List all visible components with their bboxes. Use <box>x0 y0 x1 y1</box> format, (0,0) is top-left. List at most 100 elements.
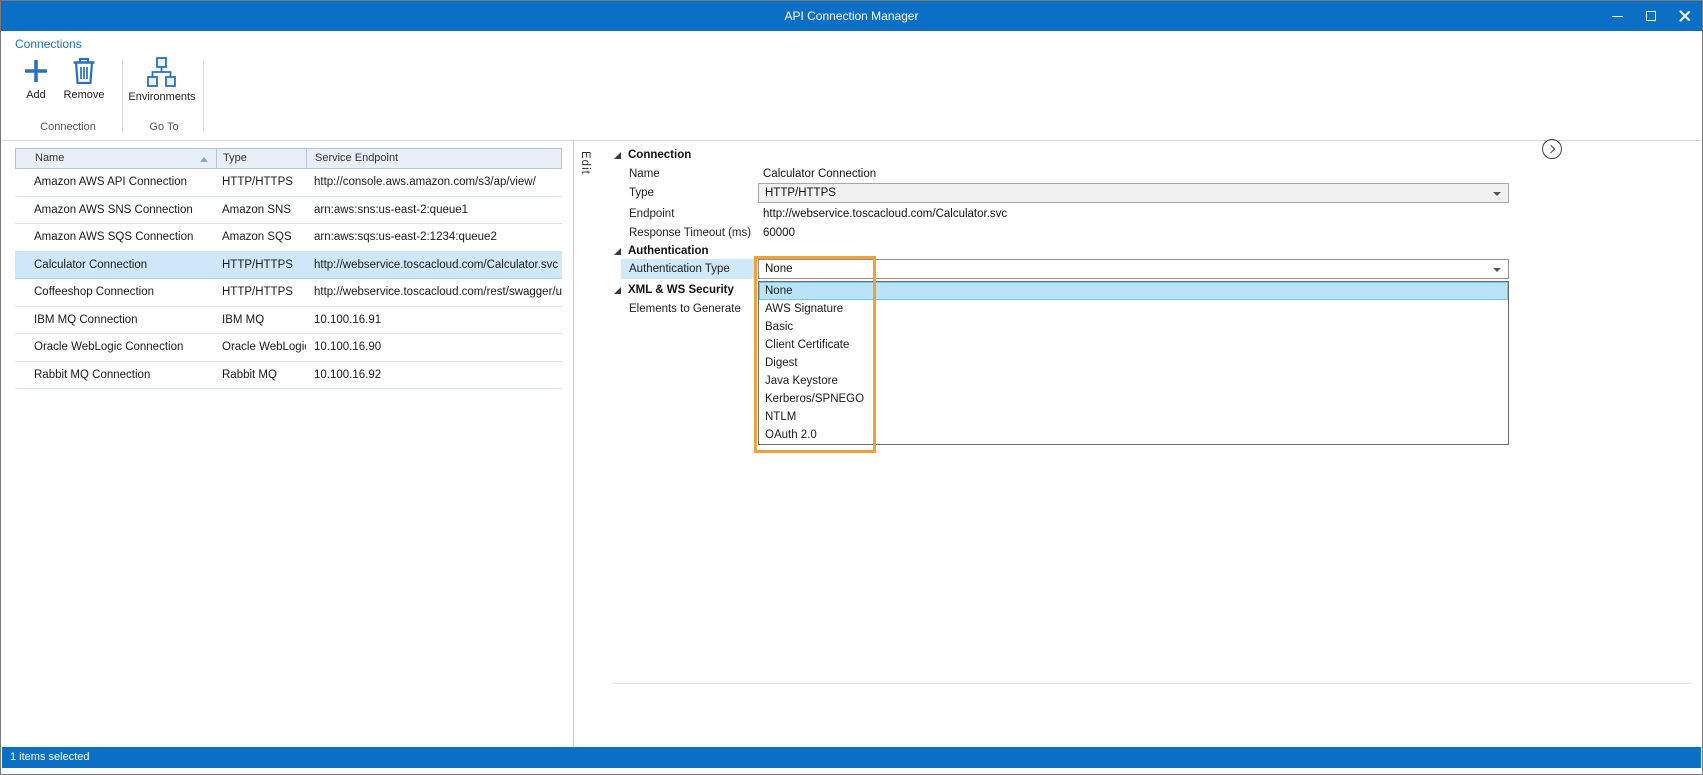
table-row[interactable]: Oracle WebLogic Connection Oracle WebLog… <box>15 334 562 362</box>
property-row-auth-type: Authentication Type None <box>611 259 1509 279</box>
cell-name: Coffeeshop Connection <box>15 279 216 306</box>
dropdown-option-selected[interactable]: None <box>759 282 1508 300</box>
cell-name: Amazon AWS SQS Connection <box>15 224 216 251</box>
column-header-endpoint[interactable]: Service Endpoint <box>307 149 561 168</box>
endpoint-field-value[interactable]: http://webservice.toscacloud.com/Calcula… <box>763 204 1007 224</box>
authentication-type-dropdown-list: None AWS Signature Basic Client Certific… <box>758 281 1509 445</box>
expanded-triangle-icon <box>614 152 621 159</box>
cell-endpoint: 10.100.16.90 <box>306 334 562 361</box>
property-row-endpoint: Endpoint http://webservice.toscacloud.co… <box>611 204 1509 224</box>
dropdown-option[interactable]: Java Keystore <box>759 372 1508 390</box>
cell-type: HTTP/HTTPS <box>216 169 306 196</box>
type-field-label: Type <box>629 183 654 203</box>
cell-name: Amazon AWS API Connection <box>15 169 216 196</box>
expanded-triangle-icon <box>614 248 621 255</box>
connections-table: Name Type Service Endpoint Amazon AWS AP… <box>15 148 562 389</box>
chevron-down-icon <box>1493 192 1501 196</box>
authentication-type-dropdown[interactable]: None <box>758 259 1509 279</box>
edit-tab[interactable]: Edit <box>579 151 591 175</box>
environments-button-label: Environments <box>128 91 195 103</box>
dropdown-option[interactable]: NTLM <box>759 408 1508 426</box>
timeout-field-label: Response Timeout (ms) <box>629 223 751 243</box>
plus-icon <box>22 57 50 85</box>
column-header-type[interactable]: Type <box>217 149 307 168</box>
status-text: 1 items selected <box>2 747 1701 768</box>
remove-button-label: Remove <box>64 89 105 101</box>
maximize-icon <box>1646 11 1656 21</box>
window-title: API Connection Manager <box>1 9 1702 23</box>
cell-endpoint: http://webservice.toscacloud.com/Calcula… <box>306 252 562 279</box>
maximize-button[interactable] <box>1634 1 1668 31</box>
panel-splitter[interactable] <box>573 141 574 748</box>
close-button[interactable] <box>1668 1 1702 31</box>
column-header-name[interactable]: Name <box>16 149 217 168</box>
cell-type: Amazon SNS <box>216 197 306 224</box>
group-authentication-label: Authentication <box>628 245 709 257</box>
dropdown-option[interactable]: AWS Signature <box>759 300 1508 318</box>
ribbon-group-goto: Go To <box>127 121 201 133</box>
tab-connections[interactable]: Connections <box>15 37 82 51</box>
property-row-name: Name Calculator Connection <box>611 164 1509 184</box>
cell-type: HTTP/HTTPS <box>216 252 306 279</box>
property-row-type: Type HTTP/HTTPS <box>611 183 1509 203</box>
cell-type: Amazon SQS <box>216 224 306 251</box>
cell-name: Oracle WebLogic Connection <box>15 334 216 361</box>
group-header-xml-ws-security[interactable]: XML & WS Security <box>614 282 734 298</box>
chevron-down-icon <box>1493 268 1501 272</box>
cell-type: Rabbit MQ <box>216 362 306 389</box>
cell-name: Calculator Connection <box>15 252 216 279</box>
authentication-type-value: None <box>765 260 793 278</box>
expanded-triangle-icon <box>614 287 621 294</box>
elements-field-label: Elements to Generate <box>629 299 741 319</box>
title-bar: API Connection Manager <box>1 1 1702 31</box>
table-header: Name Type Service Endpoint <box>15 148 562 169</box>
dropdown-option[interactable]: OAuth 2.0 <box>759 426 1508 444</box>
name-field-value[interactable]: Calculator Connection <box>763 164 876 184</box>
table-row[interactable]: Amazon AWS SNS Connection Amazon SNS arn… <box>15 197 562 225</box>
environments-hierarchy-icon <box>145 57 179 87</box>
endpoint-field-label: Endpoint <box>629 204 674 224</box>
collapse-panel-button[interactable] <box>1542 139 1562 159</box>
dropdown-option[interactable]: Client Certificate <box>759 336 1508 354</box>
type-dropdown-value: HTTP/HTTPS <box>765 184 836 202</box>
cell-type: Oracle WebLogic <box>216 334 306 361</box>
cell-name: IBM MQ Connection <box>15 307 216 334</box>
trash-icon <box>72 57 96 85</box>
add-button[interactable]: Add <box>15 57 57 101</box>
table-row[interactable]: Amazon AWS SQS Connection Amazon SQS arn… <box>15 224 562 252</box>
timeout-field-value[interactable]: 60000 <box>763 223 795 243</box>
group-xml-ws-label: XML & WS Security <box>628 284 734 296</box>
cell-type: HTTP/HTTPS <box>216 279 306 306</box>
type-dropdown[interactable]: HTTP/HTTPS <box>758 183 1509 203</box>
cell-endpoint: http://webservice.toscacloud.com/rest/sw… <box>306 279 562 306</box>
cell-endpoint: arn:aws:sqs:us-east-2:1234:queue2 <box>306 224 562 251</box>
dropdown-option[interactable]: Digest <box>759 354 1508 372</box>
environments-button[interactable]: Environments <box>127 57 197 103</box>
ribbon-separator <box>203 59 204 133</box>
cell-name: Rabbit MQ Connection <box>15 362 216 389</box>
status-bar: 1 items selected <box>2 747 1701 768</box>
group-header-authentication[interactable]: Authentication <box>614 243 709 259</box>
cell-endpoint: 10.100.16.92 <box>306 362 562 389</box>
dropdown-option[interactable]: Basic <box>759 318 1508 336</box>
remove-button[interactable]: Remove <box>59 57 109 101</box>
add-button-label: Add <box>26 89 46 101</box>
close-icon <box>1679 10 1691 22</box>
ribbon-separator <box>122 59 123 133</box>
app-window: API Connection Manager Connections Add R… <box>0 0 1703 775</box>
column-header-endpoint-label: Service Endpoint <box>315 152 398 164</box>
cell-endpoint: 10.100.16.91 <box>306 307 562 334</box>
table-row[interactable]: IBM MQ Connection IBM MQ 10.100.16.91 <box>15 307 562 335</box>
table-row[interactable]: Rabbit MQ Connection Rabbit MQ 10.100.16… <box>15 362 562 390</box>
chevron-right-icon <box>1547 145 1555 153</box>
name-field-label: Name <box>629 164 660 184</box>
table-row[interactable]: Coffeeshop Connection HTTP/HTTPS http://… <box>15 279 562 307</box>
group-header-connection[interactable]: Connection <box>614 147 691 163</box>
dropdown-option[interactable]: Kerberos/SPNEGO <box>759 390 1508 408</box>
column-header-type-label: Type <box>223 152 247 164</box>
minimize-button[interactable] <box>1600 1 1634 31</box>
table-row[interactable]: Amazon AWS API Connection HTTP/HTTPS htt… <box>15 169 562 197</box>
table-row-selected[interactable]: Calculator Connection HTTP/HTTPS http://… <box>15 252 562 280</box>
cell-endpoint: arn:aws:sns:us-east-2:queue1 <box>306 197 562 224</box>
sort-ascending-icon <box>200 157 208 162</box>
